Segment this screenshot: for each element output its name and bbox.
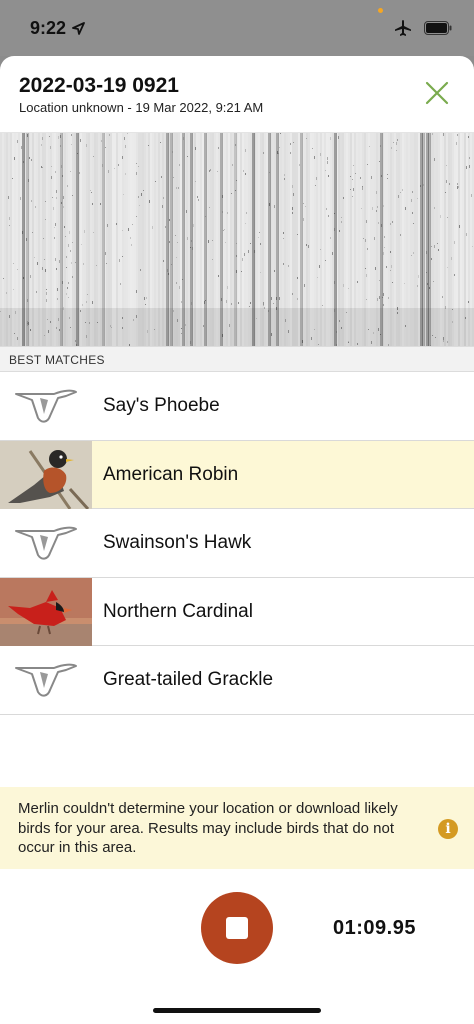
match-row-says-phoebe[interactable]: Say's Phoebe — [0, 372, 474, 441]
spectrogram[interactable] — [0, 132, 474, 347]
match-name: American Robin — [103, 463, 239, 485]
close-button[interactable] — [422, 78, 452, 108]
match-row-american-robin[interactable]: American Robin — [0, 440, 474, 509]
airplane-icon — [395, 20, 411, 36]
northern-cardinal-photo — [0, 577, 92, 646]
stop-recording-button[interactable] — [201, 892, 273, 964]
status-time: 9:22 — [30, 18, 85, 39]
info-icon[interactable]: i — [438, 819, 458, 839]
match-row-great-tailed-grackle[interactable]: Great-tailed Grackle — [0, 646, 474, 715]
stop-icon — [226, 917, 248, 939]
location-arrow-icon — [72, 22, 85, 35]
bird-placeholder-icon — [0, 372, 92, 440]
match-row-swainsons-hawk[interactable]: Swainson's Hawk — [0, 509, 474, 578]
american-robin-photo — [0, 440, 92, 509]
status-time-text: 9:22 — [30, 18, 67, 38]
match-name: Say's Phoebe — [103, 395, 220, 416]
match-name: Swainson's Hawk — [103, 532, 252, 553]
best-matches-label: BEST MATCHES — [9, 353, 105, 367]
recording-sheet: 2022-03-19 0921 Location unknown - 19 Ma… — [0, 56, 474, 1024]
match-name: Northern Cardinal — [103, 600, 253, 622]
recording-title: 2022-03-19 0921 — [19, 74, 179, 97]
status-icons — [394, 19, 452, 37]
home-indicator — [153, 1008, 321, 1013]
best-matches-header: BEST MATCHES — [0, 346, 474, 372]
close-icon — [425, 81, 449, 105]
recording-timer: 01:09.95 — [333, 917, 416, 939]
bird-placeholder-icon — [0, 509, 92, 577]
match-row-northern-cardinal[interactable]: Northern Cardinal — [0, 577, 474, 646]
location-notice: Merlin couldn't determine your location … — [0, 787, 474, 869]
battery-icon — [424, 21, 452, 35]
privacy-indicator-dot — [378, 8, 383, 13]
location-notice-text: Merlin couldn't determine your location … — [18, 800, 398, 856]
match-list: Say's Phoebe American Robin Swainson's H… — [0, 372, 474, 715]
match-name: Great-tailed Grackle — [103, 669, 274, 690]
status-bar: 9:22 — [0, 0, 474, 56]
recording-header: 2022-03-19 0921 Location unknown - 19 Ma… — [0, 56, 474, 132]
spectrogram-image — [0, 133, 474, 347]
bird-placeholder-icon — [0, 646, 92, 714]
recording-subtitle: Location unknown - 19 Mar 2022, 9:21 AM — [19, 100, 264, 115]
